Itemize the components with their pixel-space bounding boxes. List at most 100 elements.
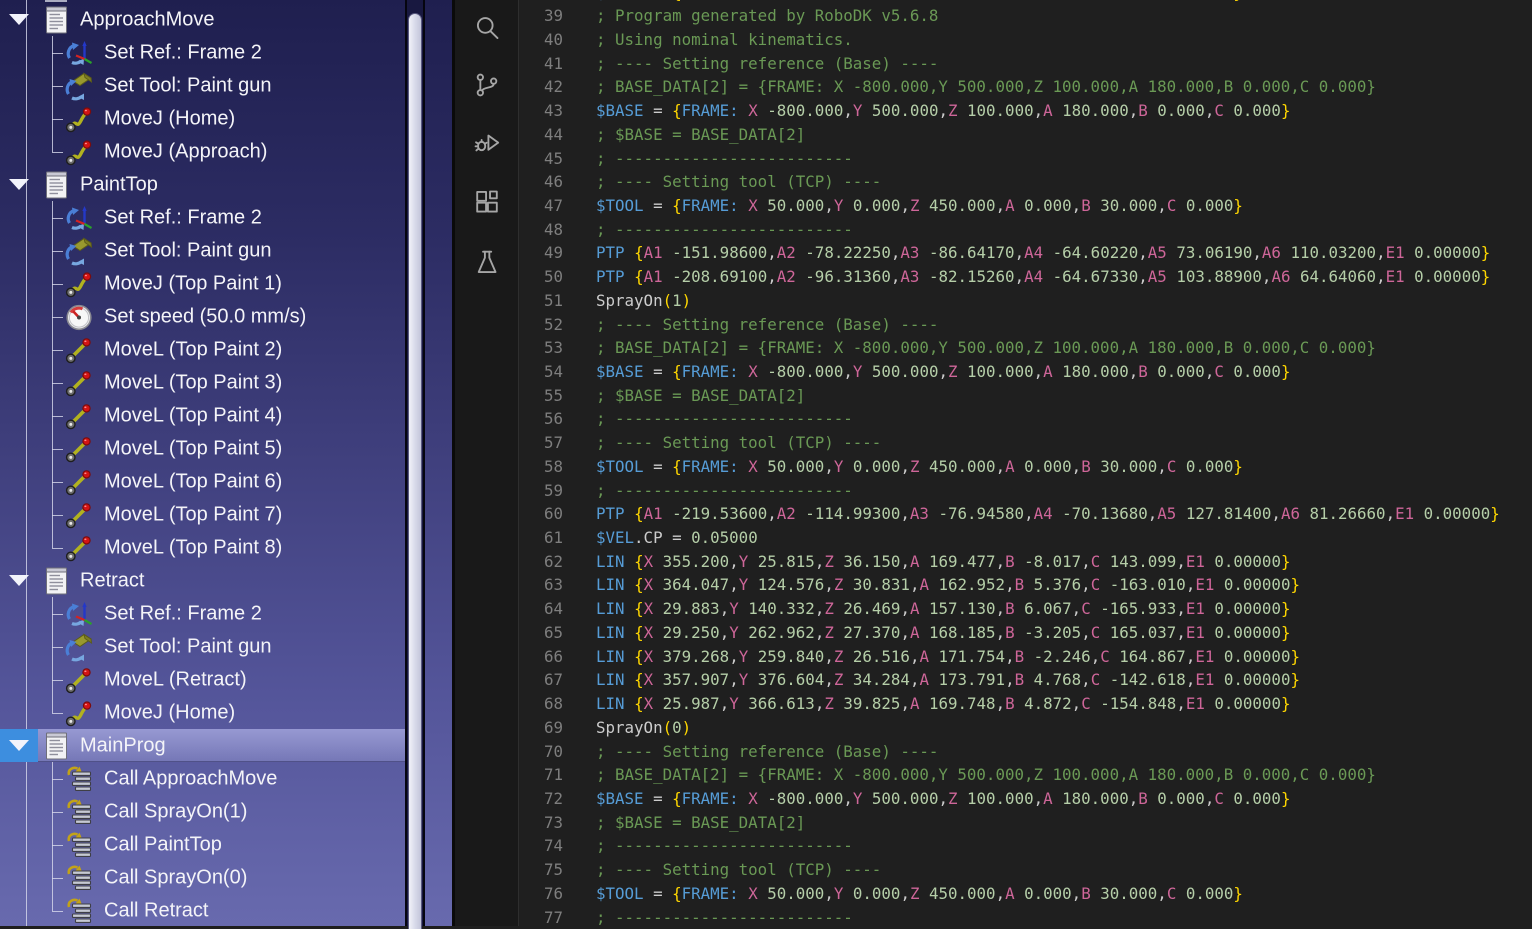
tree-row-label: MoveL (Top Paint 6): [104, 470, 282, 493]
tree-row[interactable]: MoveJ (Approach): [0, 135, 405, 168]
call-icon: [64, 863, 94, 893]
tree-row[interactable]: MoveL (Top Paint 7): [0, 498, 405, 531]
code-line: 45 ; -------------------------: [519, 147, 1532, 171]
tree-row[interactable]: PaintTop: [0, 168, 405, 201]
tree-connector-tick: [52, 350, 63, 351]
code-line: 62LIN {X 355.200,Y 25.815,Z 36.150,A 169…: [519, 550, 1532, 574]
tree-row-label: Retract: [80, 569, 144, 592]
run-debug-icon[interactable]: [473, 129, 501, 157]
code-text: $BASE = {FRAME: X -800.000,Y 500.000,Z 1…: [596, 787, 1290, 811]
tree-row[interactable]: MoveL (Top Paint 2): [0, 333, 405, 366]
tree-scrollbar[interactable]: [405, 0, 425, 926]
expander-arrow[interactable]: [0, 168, 38, 201]
line-number: 40: [519, 28, 563, 52]
tree-row[interactable]: MoveL (Top Paint 6): [0, 465, 405, 498]
code-line: 72$BASE = {FRAME: X -800.000,Y 500.000,Z…: [519, 787, 1532, 811]
code-line: 57 ; ---- Setting tool (TCP) ----: [519, 431, 1532, 455]
tree-connector-tick: [52, 218, 63, 219]
settool-icon: [64, 632, 94, 662]
code-text: $VEL.CP = 0.05000: [596, 526, 758, 550]
program-icon: [44, 566, 69, 595]
code-text: ; ---- Setting reference (Base) ----: [596, 740, 938, 764]
code-text: PTP {A1 -219.53600,A2 -114.99300,A3 -76.…: [596, 502, 1500, 526]
code-text: LIN {X 379.268,Y 259.840,Z 26.516,A 171.…: [596, 645, 1300, 669]
tree-connector-tick: [52, 878, 63, 879]
code-text: LIN {X 29.250,Y 262.962,Z 27.370,A 168.1…: [596, 621, 1290, 645]
code-text: ; -------------------------: [596, 906, 853, 926]
line-number: 58: [519, 455, 563, 479]
line-number: 47: [519, 194, 563, 218]
expander-arrow[interactable]: [0, 729, 38, 762]
tree-row[interactable]: MoveL (Top Paint 8): [0, 531, 405, 564]
tree-row-label: Set Ref.: Frame 2: [104, 206, 262, 229]
tree-row[interactable]: Call Retract: [0, 894, 405, 926]
line-number: 57: [519, 431, 563, 455]
tree-row[interactable]: Call PaintTop: [0, 828, 405, 861]
line-number: 51: [519, 289, 563, 313]
code-text: ; $BASE = BASE_DATA[2]: [596, 123, 805, 147]
tree-row-label: PaintTop: [80, 173, 158, 196]
tree-connector-line: [52, 894, 53, 911]
movej-icon: [64, 137, 94, 167]
tree-row[interactable]: Call SprayOn(0): [0, 861, 405, 894]
tree-row[interactable]: Set Ref.: Frame 2: [0, 597, 405, 630]
line-number: 45: [519, 147, 563, 171]
code-line: 66 LIN {X 379.268,Y 259.840,Z 26.516,A 17…: [519, 645, 1532, 669]
line-number: 63: [519, 573, 563, 597]
tree-row[interactable]: Set speed (50.0 mm/s): [0, 300, 405, 333]
tree-row[interactable]: Set Ref.: Frame 2: [0, 201, 405, 234]
tree-row-label: MoveL (Top Paint 8): [104, 536, 282, 559]
code-line: 40; Using nominal kinematics.: [519, 28, 1532, 52]
expander-arrow[interactable]: [0, 564, 38, 597]
tree-scrollbar-thumb[interactable]: [408, 13, 422, 929]
tree-row[interactable]: Set Tool: Paint gun: [0, 234, 405, 267]
code-line: 69SprayOn(0): [519, 716, 1532, 740]
code-editor[interactable]: 38$TOOL = {FRAME: X 50.000,Y 0.000,Z 450…: [518, 0, 1532, 926]
code-line: 46; ---- Setting tool (TCP) ----: [519, 170, 1532, 194]
tree-row-label: Set Tool: Paint gun: [104, 74, 272, 97]
tree-row[interactable]: MoveL (Top Paint 3): [0, 366, 405, 399]
tree-row[interactable]: Retract: [0, 564, 405, 597]
tree-row-label: Set Tool: Paint gun: [104, 635, 272, 658]
expander-arrow[interactable]: [0, 3, 38, 36]
code-text: $BASE = {FRAME: X -800.000,Y 500.000,Z 1…: [596, 99, 1290, 123]
code-line: 74; -------------------------: [519, 834, 1532, 858]
source-control-icon[interactable]: [473, 71, 501, 99]
line-number: 75: [519, 858, 563, 882]
tree-row[interactable]: MainProg: [0, 729, 405, 762]
code-text: $BASE = {FRAME: X -800.000,Y 500.000,Z 1…: [596, 360, 1290, 384]
tree-row-label: MoveJ (Home): [104, 107, 235, 130]
code-line: 52; ---- Setting reference (Base) ----: [519, 313, 1532, 337]
tree-row[interactable]: MoveL (Top Paint 5): [0, 432, 405, 465]
line-number: 66: [519, 645, 563, 669]
tree-row[interactable]: Call ApproachMove: [0, 762, 405, 795]
tree-row[interactable]: Call SprayOn(1): [0, 795, 405, 828]
testing-icon[interactable]: [473, 248, 501, 276]
tree-connector-tick: [52, 713, 63, 714]
tree-row[interactable]: MoveJ (Home): [0, 696, 405, 729]
code-text: ; -------------------------: [596, 147, 853, 171]
code-text: ; ---- Setting tool (TCP) ----: [596, 431, 881, 455]
setref-icon: [64, 38, 94, 68]
tree-row[interactable]: MoveL (Top Paint 4): [0, 399, 405, 432]
extensions-icon[interactable]: [473, 188, 501, 216]
tree-connector-tick: [52, 317, 63, 318]
code-text: LIN {X 364.047,Y 124.576,Z 30.831,A 162.…: [596, 573, 1300, 597]
tree-row[interactable]: Set Tool: Paint gun: [0, 69, 405, 102]
tree-row[interactable]: Set Ref.: Frame 2: [0, 36, 405, 69]
tree-row[interactable]: ApproachMove: [0, 3, 405, 36]
tree-row[interactable]: MoveJ (Top Paint 1): [0, 267, 405, 300]
search-icon[interactable]: [473, 14, 501, 42]
tree-row[interactable]: Set Tool: Paint gun: [0, 630, 405, 663]
code-text: $TOOL = {FRAME: X 50.000,Y 0.000,Z 450.0…: [596, 882, 1243, 906]
line-number: 50: [519, 265, 563, 289]
setref-icon: [64, 599, 94, 629]
code-line: 64LIN {X 29.883,Y 140.332,Z 26.469,A 157…: [519, 597, 1532, 621]
tree-row[interactable]: MoveJ (Home): [0, 102, 405, 135]
code-text: PTP {A1 -208.69100,A2 -96.31360,A3 -82.1…: [596, 265, 1490, 289]
tree-row-label: Call SprayOn(1): [104, 800, 247, 823]
code-text: ; -------------------------: [596, 218, 853, 242]
code-text: ; $BASE = BASE_DATA[2]: [596, 384, 805, 408]
code-text: PTP {A1 -151.98600,A2 -78.22250,A3 -86.6…: [596, 241, 1490, 265]
tree-row[interactable]: MoveL (Retract): [0, 663, 405, 696]
